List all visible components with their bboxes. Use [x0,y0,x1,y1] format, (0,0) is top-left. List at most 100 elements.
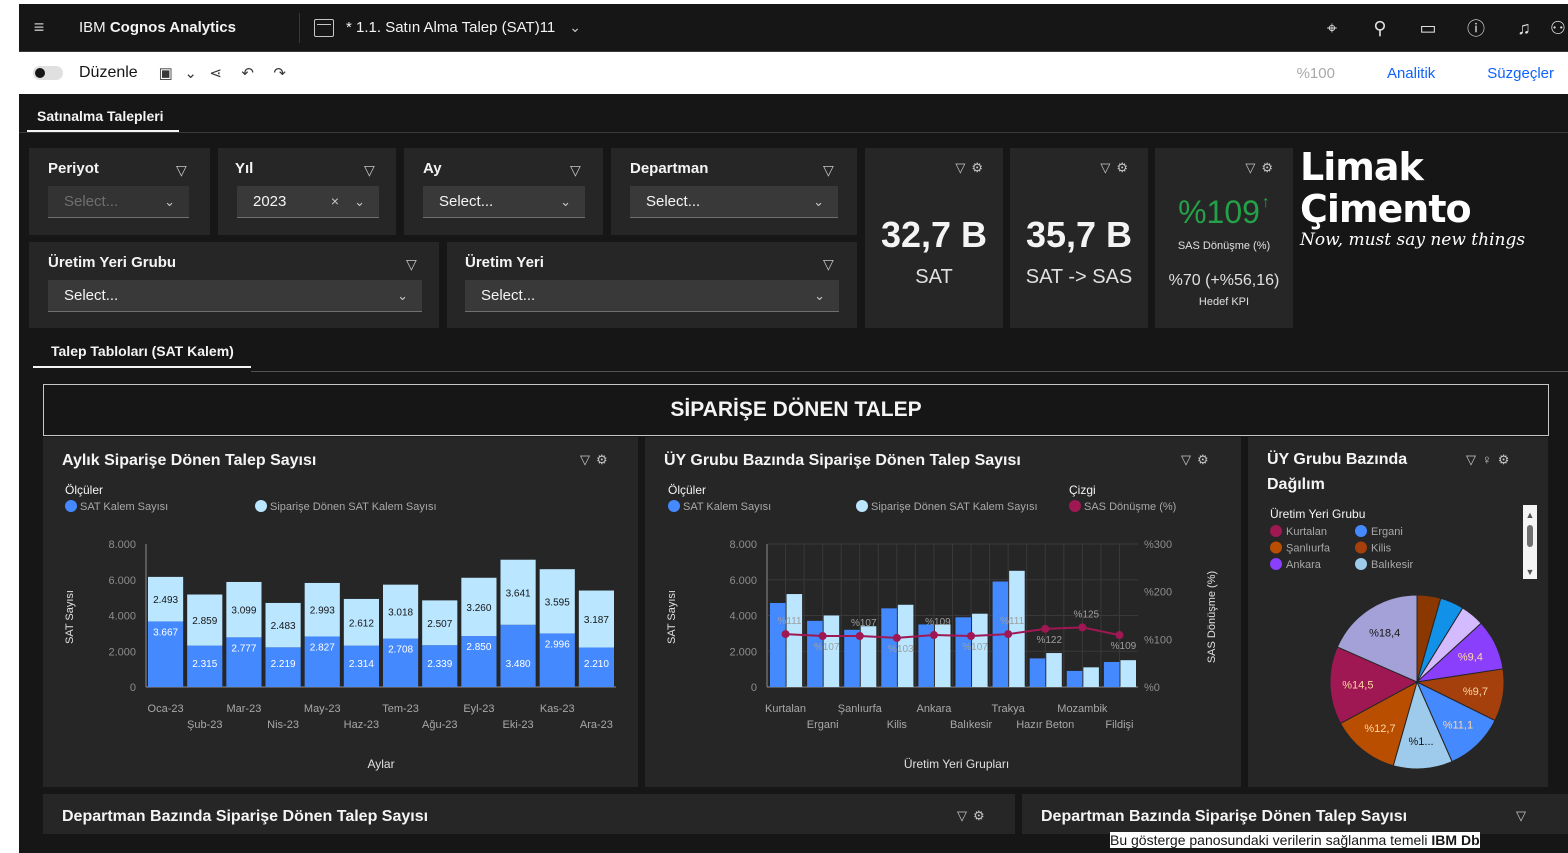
line-data-label: %107 [814,642,840,653]
chevron-down-icon[interactable]: ⌄ [182,64,200,82]
section-title: SİPARİŞE DÖNEN TALEP [43,384,1549,436]
pie-label: %9,4 [1458,651,1483,663]
x-tick-label: Ankara [917,703,953,715]
data-label: 2.210 [584,659,609,670]
filter-icon[interactable]: ▽ [1516,808,1532,823]
x-tick-label: Kurtalan [765,703,806,715]
chevron-down-icon[interactable]: ⌄ [569,19,581,36]
line-data-label: %107 [962,642,988,653]
line-point [1004,630,1013,639]
year-select[interactable]: 2023 × ⌄ [237,186,379,218]
filter-label: Yıl [235,160,254,177]
clear-icon[interactable]: × [331,186,339,217]
filter-icon[interactable]: ▽ [1100,160,1116,175]
filter-icon[interactable]: ▽ [957,808,973,823]
bar-converted [1083,667,1099,687]
save-icon[interactable]: ▣ [150,64,182,82]
kpi-actions: ▽⚙ [955,160,989,176]
settings-icon[interactable]: ⚙ [971,160,989,175]
dept-chart-panel-left: Departman Bazında Siparişe Dönen Talep S… [43,794,1015,834]
filter-icon[interactable]: ▽ [823,256,834,273]
legend-title: Üretim Yeri Grubu [1270,507,1365,521]
period-select[interactable]: Select... ⌄ [48,186,189,218]
user-icon[interactable]: ⚇ [1548,4,1568,52]
x-tick-label: Şanlıurfa [838,703,883,715]
x-tick-label: Mozambik [1057,703,1108,715]
filter-icon[interactable]: ▽ [570,162,581,179]
zoom-level[interactable]: %100 [1297,65,1335,82]
filter-icon[interactable]: ▽ [823,162,834,179]
settings-icon[interactable]: ⚙ [1261,160,1279,175]
tab-satinalma-talepleri[interactable]: Satınalma Talepleri [37,108,164,124]
plant-select[interactable]: Select... ⌄ [465,280,839,312]
scroll-down-icon: ▼ [1526,567,1535,577]
pie-label: %14,5 [1342,679,1373,691]
chart-actions: ▽ [1516,808,1532,824]
x-tick-label: Tem-23 [382,703,419,715]
chevron-down-icon: ⌄ [164,194,175,209]
up-arrow-icon: ↑ [1261,194,1270,211]
pie-label: %1... [1409,736,1434,748]
data-label: 2.314 [349,659,374,670]
dashboard-icon [314,18,334,37]
kpi-label: SAS Dönüşme (%) [1177,240,1271,252]
line-data-label: %111 [1000,616,1025,627]
hamburger-menu-icon[interactable]: ≡ [19,17,59,38]
group-chart-panel: ÜY Grubu Bazında Siparişe Dönen Talep Sa… [645,437,1241,787]
filter-icon[interactable]: ▽ [406,256,417,273]
data-label: 2.507 [427,619,452,630]
document-title-menu[interactable]: * 1.1. Satın Alma Talep (SAT)11 ⌄ [300,18,581,37]
filter-icon[interactable]: ▽ [176,162,187,179]
settings-icon[interactable]: ⚙ [1116,160,1134,175]
limak-logo: Limak Çimento Now, must say new things [1300,146,1568,250]
notification-icon[interactable]: ♫ [1500,4,1548,52]
filter-icon[interactable]: ▽ [955,160,971,175]
filter-icon[interactable]: ▽ [364,162,375,179]
search-icon[interactable]: ⚲ [1356,4,1404,52]
edit-label: Düzenle [79,64,138,81]
x-tick-label: Kas-23 [540,703,575,715]
target-icon[interactable]: ⌖ [1308,4,1356,52]
line-point [1078,623,1087,632]
filter-month: Ay ▽ Select... ⌄ [404,148,603,235]
bar-converted [786,594,803,687]
data-label: 2.850 [466,642,491,653]
filter-icon[interactable]: ▽ [1245,160,1261,175]
legend-scrollbar-thumb [1527,525,1533,547]
data-label: 2.996 [545,639,570,650]
analytics-link[interactable]: Analitik [1387,65,1435,82]
edit-toggle[interactable] [33,66,63,80]
x-tick-label: Kilis [887,719,908,731]
department-select[interactable]: Select... ⌄ [630,186,838,218]
filter-period: Periyot ▽ Select... ⌄ [29,148,210,235]
pie-label: %18,4 [1369,627,1400,639]
share-icon[interactable]: ⋖ [200,64,232,82]
filters-link[interactable]: Süzgeçler [1487,65,1554,82]
settings-icon[interactable]: ⚙ [973,808,991,823]
x-tick-label: Mar-23 [226,703,261,715]
chat-icon[interactable]: ▭ [1404,4,1452,52]
data-label: 2.483 [271,621,296,632]
legend-label: Siparişe Dönen SAT Kalem Sayısı [871,501,1038,513]
legend-label: SAT Kalem Sayısı [80,501,168,513]
year-value: 2023 [253,193,287,210]
bar-converted [1120,660,1136,687]
help-icon[interactable]: ⓘ [1452,4,1500,52]
x-tick-label: Şub-23 [187,719,222,731]
scroll-up-icon: ▲ [1526,510,1535,520]
toolbar-right: %100 Analitik Süzgeçler [1297,52,1554,94]
x-tick-label: Balıkesir [950,719,993,731]
kpi-actions: ▽⚙ [1245,160,1279,176]
plant-group-select[interactable]: Select... ⌄ [48,280,422,312]
brand: IBM Cognos Analytics [59,19,299,36]
kpi-sat: ▽⚙ 32,7 B SAT [865,148,1003,328]
redo-icon[interactable]: ↷ [264,64,296,82]
undo-icon[interactable]: ↶ [232,64,264,82]
month-select[interactable]: Select... ⌄ [423,186,585,218]
data-label: 2.339 [427,659,452,670]
kpi-label: SAT [915,266,953,288]
tab-talep-tablolari[interactable]: Talep Tabloları (SAT Kalem) [51,343,234,359]
footer-note: Bu gösterge panosundaki verilerin sağlan… [1110,832,1480,848]
data-label: 3.667 [153,627,178,638]
measures-label: Ölçüler [65,483,103,497]
